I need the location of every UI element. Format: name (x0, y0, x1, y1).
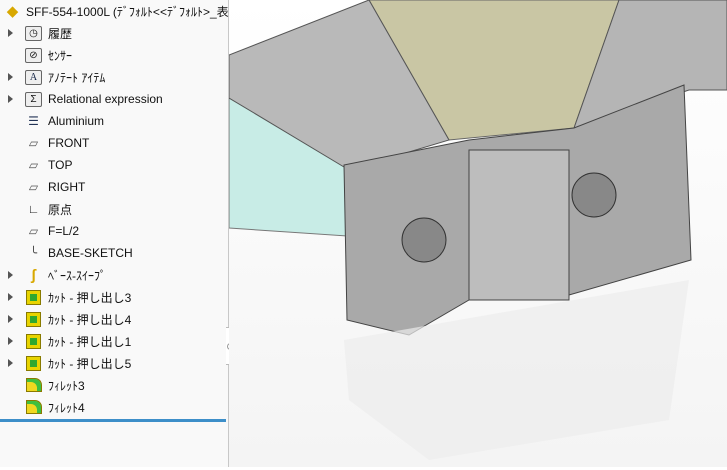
material-icon: ☰ (28, 114, 39, 128)
expand-arrow-icon[interactable] (8, 271, 13, 279)
origin-icon: ∟ (27, 202, 40, 216)
part-icon: ◆ (6, 3, 19, 20)
tree-item-label: RIGHT (48, 180, 86, 194)
annotation-folder-icon: A (25, 69, 42, 86)
graphics-area[interactable] (228, 0, 727, 467)
tree-item-label: BASE-SKETCH (48, 246, 133, 260)
profile-center-slot (468, 149, 570, 301)
expand-arrow-icon[interactable] (8, 293, 13, 301)
expand-arrow-icon[interactable] (8, 315, 13, 323)
tree-item-label: F=L/2 (48, 224, 80, 238)
tree-item-label: ｱﾉﾃｰﾄ ｱｲﾃﾑ (48, 70, 106, 85)
expand-arrow-icon[interactable] (8, 73, 13, 81)
feature-manager-tree: ◆ SFF-554-1000L (ﾃﾞﾌｫﾙﾄ<<ﾃﾞﾌｫﾙﾄ>_表: ◷ 履歴 ⊘… (0, 0, 235, 467)
expand-arrow-icon[interactable] (8, 95, 13, 103)
fillet-icon (25, 399, 42, 416)
tree-item-label: Relational expression (48, 92, 163, 106)
expand-arrow-icon[interactable] (8, 29, 13, 37)
plane-icon: ▱ (28, 180, 39, 194)
tree-item-label: ﾍﾞｰｽ-ｽｲｰﾌﾟ (48, 268, 106, 283)
plane-icon: ▱ (28, 224, 39, 238)
sweep-icon: ʃ (31, 266, 36, 284)
tree-item-label: FRONT (48, 136, 90, 150)
tree-item-label: ｶｯﾄ - 押し出し5 (48, 356, 132, 371)
slot-bore-left (401, 217, 447, 263)
cut-extrude-icon (25, 311, 42, 328)
cut-extrude-icon (25, 333, 42, 350)
fillet-icon (25, 377, 42, 394)
expand-arrow-icon[interactable] (8, 337, 13, 345)
tree-item-label: ｶｯﾄ - 押し出し1 (48, 334, 132, 349)
tree-item-label: ｶｯﾄ - 押し出し3 (48, 290, 132, 305)
part-name: SFF-554-1000L (ﾃﾞﾌｫﾙﾄ<<ﾃﾞﾌｫﾙﾄ>_表: (26, 4, 232, 19)
cut-extrude-icon (25, 355, 42, 372)
tree-item-label: ｶｯﾄ - 押し出し4 (48, 312, 132, 327)
rollback-bar[interactable] (0, 419, 226, 422)
slot-bore-right (571, 172, 617, 218)
tree-item-label: ﾌｨﾚｯﾄ4 (48, 400, 85, 415)
cut-extrude-icon (25, 289, 42, 306)
tree-item-label: 履歴 (48, 26, 73, 41)
aluminium-profile-model (228, 0, 727, 460)
tree-item-label: TOP (48, 158, 73, 172)
history-folder-icon: ◷ (25, 25, 42, 42)
plane-icon: ▱ (28, 136, 39, 150)
tree-item-label: ﾌｨﾚｯﾄ3 (48, 378, 85, 393)
tree-item-label: 原点 (48, 202, 73, 217)
tree-item-label: ｾﾝｻｰ (48, 48, 73, 63)
sensor-folder-icon: ⊘ (25, 47, 42, 64)
sketch-icon: ╰ (29, 246, 38, 260)
tree-item-label: Aluminium (48, 114, 105, 128)
equation-folder-icon: Σ (25, 91, 42, 108)
expand-arrow-icon[interactable] (8, 359, 13, 367)
plane-icon: ▱ (28, 158, 39, 172)
